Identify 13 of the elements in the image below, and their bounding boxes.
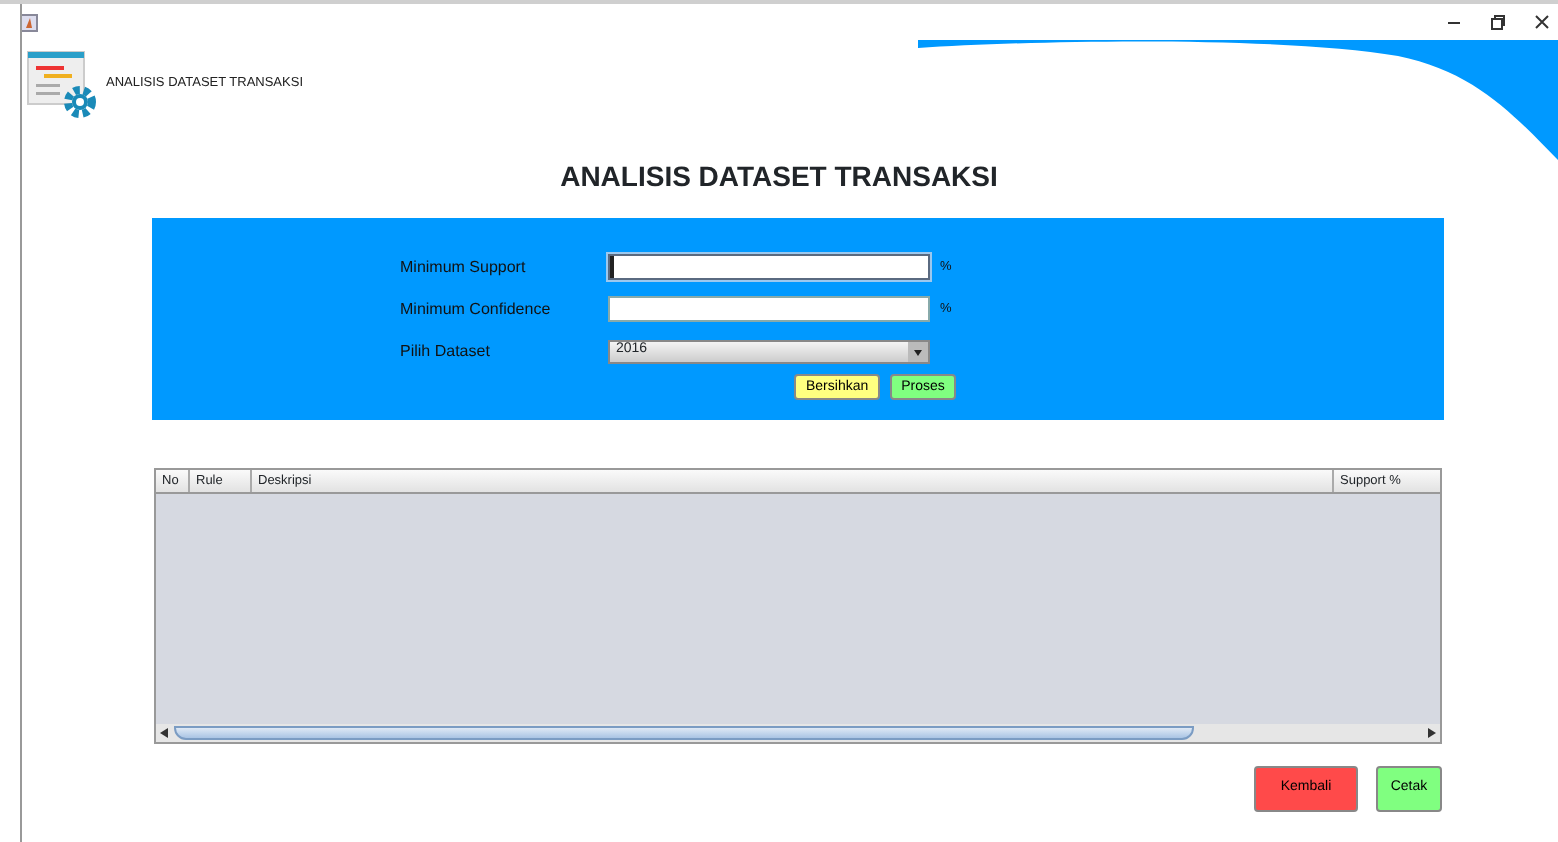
input-field[interactable] — [608, 254, 930, 280]
scrollbar-thumb[interactable] — [174, 726, 1194, 740]
restore-icon[interactable] — [1490, 14, 1506, 30]
close-icon[interactable] — [1534, 14, 1550, 30]
scroll-left-icon[interactable] — [156, 724, 174, 742]
field-label: Minimum Confidence — [400, 297, 553, 321]
page-heading: ANALISIS DATASET TRANSAKSI — [560, 160, 998, 192]
field-label: Minimum Support — [400, 255, 528, 279]
transaction-gear-icon — [26, 48, 98, 120]
input-field[interactable] — [608, 296, 930, 322]
java-app-icon — [20, 13, 38, 31]
field-label: Pilih Dataset — [400, 339, 492, 363]
scroll-right-icon[interactable] — [1422, 724, 1440, 742]
